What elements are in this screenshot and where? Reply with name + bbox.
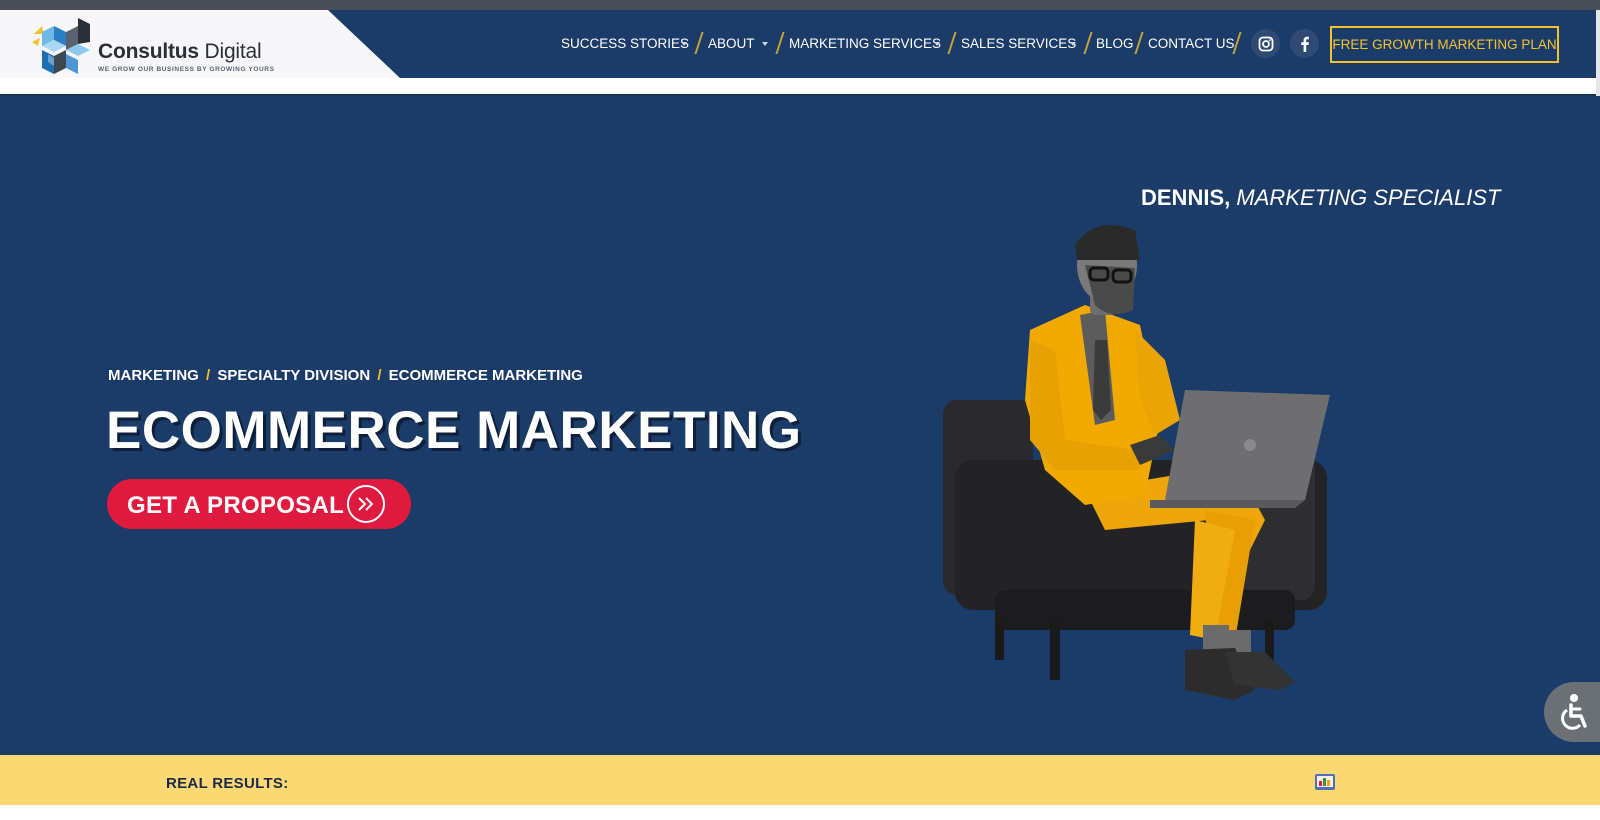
browser-top-strip [0, 0, 1600, 10]
marketing-specialist-photo [943, 225, 1330, 700]
nav-marketing-services[interactable]: MARKETING SERVICES [789, 36, 941, 51]
page-bottom-strip [0, 805, 1600, 820]
person-role: MARKETING SPECIALIST [1230, 185, 1501, 210]
get-proposal-label: GET A PROPOSAL [127, 492, 345, 519]
chart-icon [1315, 774, 1335, 790]
results-label: REAL RESULTS: [166, 775, 289, 792]
breadcrumb-current: ECOMMERCE MARKETING [388, 367, 583, 384]
free-growth-plan-button[interactable]: FREE GROWTH MARKETING PLAN [1330, 26, 1559, 63]
accessibility-button[interactable] [1544, 682, 1600, 742]
nav-sales-services[interactable]: SALES SERVICES [961, 36, 1076, 51]
instagram-icon [1258, 36, 1273, 51]
instagram-link[interactable] [1251, 29, 1280, 58]
nav-about[interactable]: ABOUT [708, 36, 755, 51]
brand-tagline: WE GROW OUR BUSINESS BY GROWING YOURS [98, 66, 275, 73]
chevron-down-icon [934, 42, 940, 46]
chevron-down-icon [681, 42, 687, 46]
page-title: ECOMMERCE MARKETING [106, 401, 802, 460]
person-name: DENNIS, [1141, 185, 1231, 210]
brand-name-regular: Digital [198, 40, 262, 63]
nav-success-stories[interactable]: SUCCESS STORIES [561, 36, 689, 51]
breadcrumb-separator: / [206, 367, 211, 384]
double-chevron-right-icon [347, 485, 385, 523]
facebook-icon [1300, 36, 1309, 52]
accessibility-icon [1561, 694, 1587, 730]
facebook-link[interactable] [1290, 29, 1319, 58]
brand-name-bold: Consultus [98, 40, 199, 63]
person-caption: DENNIS, MARKETING SPECIALIST [1141, 185, 1500, 211]
breadcrumb: MARKETING / SPECIALTY DIVISION / ECOMMER… [108, 367, 583, 384]
header-underline [0, 78, 1596, 94]
breadcrumb-specialty-division[interactable]: SPECIALTY DIVISION [217, 367, 370, 384]
nav-blog[interactable]: BLOG [1096, 36, 1134, 51]
header-shadow [0, 94, 1600, 96]
breadcrumb-separator: / [377, 367, 382, 384]
scrollbar-edge [1596, 10, 1600, 96]
breadcrumb-marketing[interactable]: MARKETING [108, 367, 199, 384]
logo-cube-icon [32, 18, 90, 74]
brand-name: Consultus Digital [98, 40, 262, 64]
chevron-down-icon [1070, 42, 1076, 46]
nav-contact-us[interactable]: CONTACT US [1148, 36, 1235, 51]
get-proposal-button[interactable]: GET A PROPOSAL [107, 479, 411, 529]
chevron-down-icon [762, 42, 768, 46]
